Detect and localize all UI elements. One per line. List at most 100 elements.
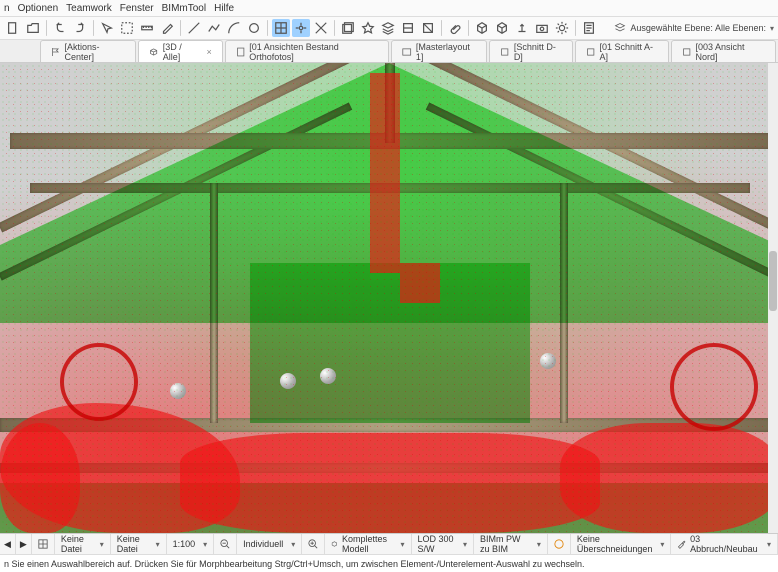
polyline-icon[interactable] (205, 19, 223, 37)
tab-schnitt-dd[interactable]: [Schnitt D-D] (489, 40, 573, 62)
marquee-icon[interactable] (118, 19, 136, 37)
tab-3d-all[interactable]: [3D / Alle] × (138, 40, 222, 62)
view-tab-bar: [Aktions-Center] [3D / Alle] × [01 Ansic… (0, 40, 778, 63)
nav-left-button[interactable]: ◀ (0, 534, 16, 554)
guide-icon[interactable] (312, 19, 330, 37)
nav-right-button[interactable]: ▶ (16, 534, 32, 554)
ruler-icon[interactable] (138, 19, 156, 37)
separator (93, 20, 94, 36)
sun-icon[interactable] (553, 19, 571, 37)
favorites-icon[interactable] (359, 19, 377, 37)
menu-item[interactable]: Optionen (18, 3, 59, 14)
hint-bar: n Sie einen Auswahlbereich auf. Drücken … (0, 554, 778, 572)
hammer-icon (677, 539, 686, 549)
status-bar: ◀ ▶ Keine Datei Keine Datei 1:100 Indivi… (0, 533, 778, 554)
tab-label: [01 Ansichten Bestand Orthofotos] (249, 42, 378, 62)
grid-snap-icon[interactable] (272, 19, 290, 37)
menu-item[interactable]: Teamwork (66, 3, 112, 14)
tab-orthophotos[interactable]: [01 Ansichten Bestand Orthofotos] (225, 40, 390, 62)
undo-icon[interactable] (51, 19, 69, 37)
status-workset[interactable]: BIMm PW zu BIM (474, 534, 548, 554)
line-icon[interactable] (185, 19, 203, 37)
section-icon (500, 47, 509, 57)
doc-icon (236, 47, 245, 57)
report-icon[interactable] (580, 19, 598, 37)
tab-label: [003 Ansicht Nord] (696, 42, 766, 62)
elevation-icon (682, 47, 691, 57)
close-icon[interactable]: × (206, 47, 211, 57)
attach-icon[interactable] (446, 19, 464, 37)
status-model[interactable]: Komplettes Modell (325, 534, 411, 554)
separator (180, 20, 181, 36)
menu-item[interactable]: Fenster (120, 3, 154, 14)
tab-schnitt-aa[interactable]: [01 Schnitt A-A] (575, 40, 669, 62)
layers-icon[interactable] (379, 19, 397, 37)
status-scale[interactable]: 1:100 (167, 534, 215, 554)
redo-icon[interactable] (71, 19, 89, 37)
point-noise (0, 63, 778, 533)
status-text: BIMm PW zu BIM (480, 534, 529, 554)
status-text: Keine Überschneidungen (577, 534, 653, 554)
3d-viewport[interactable] (0, 63, 778, 533)
separator (46, 20, 47, 36)
circle-icon[interactable] (245, 19, 263, 37)
status-lod[interactable]: LOD 300 S/W (412, 534, 474, 554)
status-warning[interactable] (548, 534, 571, 554)
separator (575, 20, 576, 36)
status-demolition[interactable]: 03 Abbruch/Neubau (671, 534, 778, 554)
trace-icon[interactable] (339, 19, 357, 37)
main-toolbar: Ausgewählte Ebene: Alle Ebenen: ▾ (0, 17, 778, 40)
cube-icon[interactable] (473, 19, 491, 37)
hint-text: n Sie einen Auswahlbereich auf. Drücken … (4, 559, 585, 569)
tab-ansicht-nord[interactable]: [003 Ansicht Nord] (671, 40, 776, 62)
section-icon[interactable] (399, 19, 417, 37)
tab-label: [3D / Alle] (163, 42, 199, 62)
flag-icon (51, 47, 60, 57)
menu-item[interactable]: n (4, 3, 10, 14)
separator (468, 20, 469, 36)
elevation-icon[interactable] (513, 19, 531, 37)
menu-item[interactable]: Hilfe (214, 3, 234, 14)
tab-masterlayout[interactable]: [Masterlayout 1] (391, 40, 487, 62)
layer-label: Ausgewählte Ebene: Alle Ebenen: (630, 23, 766, 33)
status-text: Individuell (243, 539, 283, 549)
layers-icon (614, 22, 626, 34)
status-text: 1:100 (173, 539, 196, 549)
layer-selector[interactable]: Ausgewählte Ebene: Alle Ebenen: ▾ (614, 22, 774, 34)
zoom-in-button[interactable] (302, 534, 325, 554)
status-text: Keine Datei (61, 534, 92, 554)
camera-icon[interactable] (533, 19, 551, 37)
scrollbar-thumb[interactable] (769, 251, 777, 311)
layout-icon (402, 47, 411, 57)
tab-label: [Masterlayout 1] (416, 42, 476, 62)
tab-label: [01 Schnitt A-A] (599, 42, 658, 62)
dropper-icon[interactable] (158, 19, 176, 37)
menu-bar: n Optionen Teamwork Fenster BIMmTool Hil… (0, 0, 778, 17)
menu-item[interactable]: BIMmTool (162, 3, 206, 14)
tab-action-center[interactable]: [Aktions-Center] (40, 40, 136, 62)
arrow-icon[interactable] (98, 19, 116, 37)
element-snap-icon[interactable] (292, 19, 310, 37)
separator (267, 20, 268, 36)
override-icon[interactable] (419, 19, 437, 37)
status-overrides[interactable]: Keine Überschneidungen (571, 534, 672, 554)
open-icon[interactable] (24, 19, 42, 37)
cube-icon (331, 539, 338, 549)
status-file2[interactable]: Keine Datei (111, 534, 167, 554)
status-zoom[interactable]: Individuell (237, 534, 302, 554)
coord-mode[interactable] (32, 534, 55, 554)
zoom-out-button[interactable] (214, 534, 237, 554)
status-file1[interactable]: Keine Datei (55, 534, 111, 554)
separator (441, 20, 442, 36)
tab-label: [Schnitt D-D] (514, 42, 562, 62)
status-text: 03 Abbruch/Neubau (690, 534, 759, 554)
section-icon (586, 47, 595, 57)
arc-icon[interactable] (225, 19, 243, 37)
cube-icon (149, 47, 158, 57)
scrollbar-vertical[interactable] (768, 63, 778, 533)
new-icon[interactable] (4, 19, 22, 37)
status-text: Komplettes Modell (342, 534, 392, 554)
separator (334, 20, 335, 36)
cube2-icon[interactable] (493, 19, 511, 37)
status-text: LOD 300 S/W (418, 534, 455, 554)
